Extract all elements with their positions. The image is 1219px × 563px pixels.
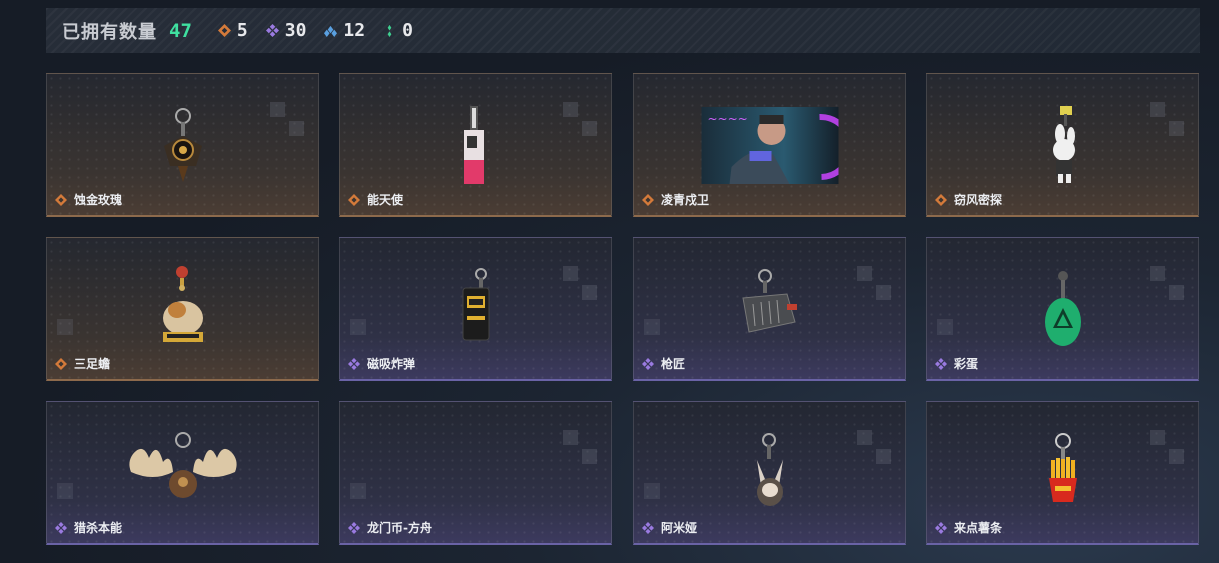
french-fries-charm-icon <box>1048 433 1077 502</box>
item-name: 阿米娅 <box>642 519 697 536</box>
item-name-label: 来点薯条 <box>954 521 1003 535</box>
item-card[interactable]: 彩蛋 <box>926 237 1199 381</box>
svg-text:~~~~: ~~~~ <box>707 112 747 126</box>
item-name: 窃风密探 <box>935 191 1002 208</box>
purple-diamond-icon <box>55 521 67 534</box>
card-decoration <box>270 102 304 136</box>
card-decoration <box>350 483 366 499</box>
gunsmith-charm-icon <box>741 269 797 333</box>
rarity-blue-stat: 12 <box>324 20 365 41</box>
item-card[interactable]: 来点薯条 <box>926 401 1199 545</box>
item-card[interactable]: 龙门币-方舟 <box>339 401 612 545</box>
item-card[interactable]: 能天使 <box>339 73 612 217</box>
gold-rose-charm-icon <box>163 108 202 182</box>
rarity-green-stat: 0 <box>383 20 413 41</box>
easter-egg-charm-icon <box>1044 271 1081 346</box>
antler-charm-icon <box>128 432 237 498</box>
rarity-purple-count: 30 <box>284 20 307 41</box>
item-card[interactable]: ~~~~ 凌青戍卫 <box>633 73 906 217</box>
card-decoration <box>563 266 597 300</box>
rabbit-spy-charm-icon <box>1052 106 1075 183</box>
card-decoration <box>57 319 73 335</box>
item-card[interactable]: 猎杀本能 <box>46 401 319 545</box>
item-name: 枪匠 <box>642 355 685 372</box>
green-dots-icon <box>387 24 392 37</box>
purple-diamond-icon <box>935 357 947 370</box>
owned-count: 47 <box>169 19 192 42</box>
card-decoration <box>644 319 660 335</box>
card-decoration <box>350 319 366 335</box>
blue-chevrons-icon <box>324 25 338 37</box>
item-name: 三足蟾 <box>55 355 110 372</box>
purple-diamond-icon <box>348 357 360 370</box>
card-decoration <box>857 430 891 464</box>
card-decoration <box>937 319 953 335</box>
orange-diamond-icon <box>217 24 231 37</box>
item-card[interactable]: 三足蟾 <box>46 237 319 381</box>
item-name-label: 彩蛋 <box>954 357 979 371</box>
purple-diamond-icon <box>642 357 654 370</box>
item-name-label: 枪匠 <box>661 357 686 371</box>
item-card[interactable]: 磁吸炸弹 <box>339 237 612 381</box>
guardian-character-image: ~~~~ <box>701 107 838 184</box>
item-name-label: 阿米娅 <box>661 521 698 535</box>
card-decoration <box>857 266 891 300</box>
orange-diamond-icon <box>55 357 67 370</box>
purple-diamond-icon <box>265 24 279 37</box>
item-name-label: 能天使 <box>367 193 404 207</box>
rarity-orange-count: 5 <box>236 20 248 41</box>
item-name: 彩蛋 <box>935 355 978 372</box>
rarity-blue-count: 12 <box>343 20 366 41</box>
item-card[interactable]: 枪匠 <box>633 237 906 381</box>
item-card[interactable]: 窃风密探 <box>926 73 1199 217</box>
owned-label: 已拥有数量 <box>62 21 157 43</box>
three-legged-toad-charm-icon <box>162 266 203 342</box>
item-name: 猎杀本能 <box>55 519 122 536</box>
item-name: 凌青戍卫 <box>642 191 709 208</box>
orange-diamond-icon <box>935 193 947 206</box>
item-card[interactable]: 蚀金玫瑰 <box>46 73 319 217</box>
card-decoration <box>1150 430 1184 464</box>
card-decoration <box>563 102 597 136</box>
item-name-label: 窃风密探 <box>954 193 1003 207</box>
card-decoration <box>1150 266 1184 300</box>
card-decoration <box>644 483 660 499</box>
item-name-label: 凌青戍卫 <box>661 193 710 207</box>
item-name: 来点薯条 <box>935 519 1002 536</box>
item-name-label: 三足蟾 <box>74 357 111 371</box>
item-name: 磁吸炸弹 <box>348 355 415 372</box>
item-name-label: 龙门币-方舟 <box>367 521 432 535</box>
rarity-purple-stat: 30 <box>265 20 307 41</box>
card-decoration <box>563 430 597 464</box>
orange-diamond-icon <box>642 193 654 206</box>
item-name-label: 蚀金玫瑰 <box>74 193 123 207</box>
orange-diamond-icon <box>55 193 67 206</box>
item-name: 能天使 <box>348 191 403 208</box>
purple-diamond-icon <box>348 521 360 534</box>
purple-diamond-icon <box>935 521 947 534</box>
amiya-charm-icon <box>756 433 783 506</box>
purple-diamond-icon <box>642 521 654 534</box>
rarity-green-count: 0 <box>402 20 413 41</box>
item-name: 蚀金玫瑰 <box>55 191 122 208</box>
item-name-label: 猎杀本能 <box>74 521 123 535</box>
item-name-label: 磁吸炸弹 <box>367 357 416 371</box>
rarity-orange-stat: 5 <box>217 20 248 41</box>
card-decoration <box>57 483 73 499</box>
owned-stats-bar: 已拥有数量 47 5 30 12 0 <box>46 8 1200 53</box>
magnetic-bomb-charm-icon <box>462 268 489 341</box>
exusiai-charm-icon <box>463 106 484 184</box>
orange-diamond-icon <box>348 193 360 206</box>
item-card[interactable]: 阿米娅 <box>633 401 906 545</box>
item-name: 龙门币-方舟 <box>348 519 432 536</box>
card-decoration <box>1150 102 1184 136</box>
